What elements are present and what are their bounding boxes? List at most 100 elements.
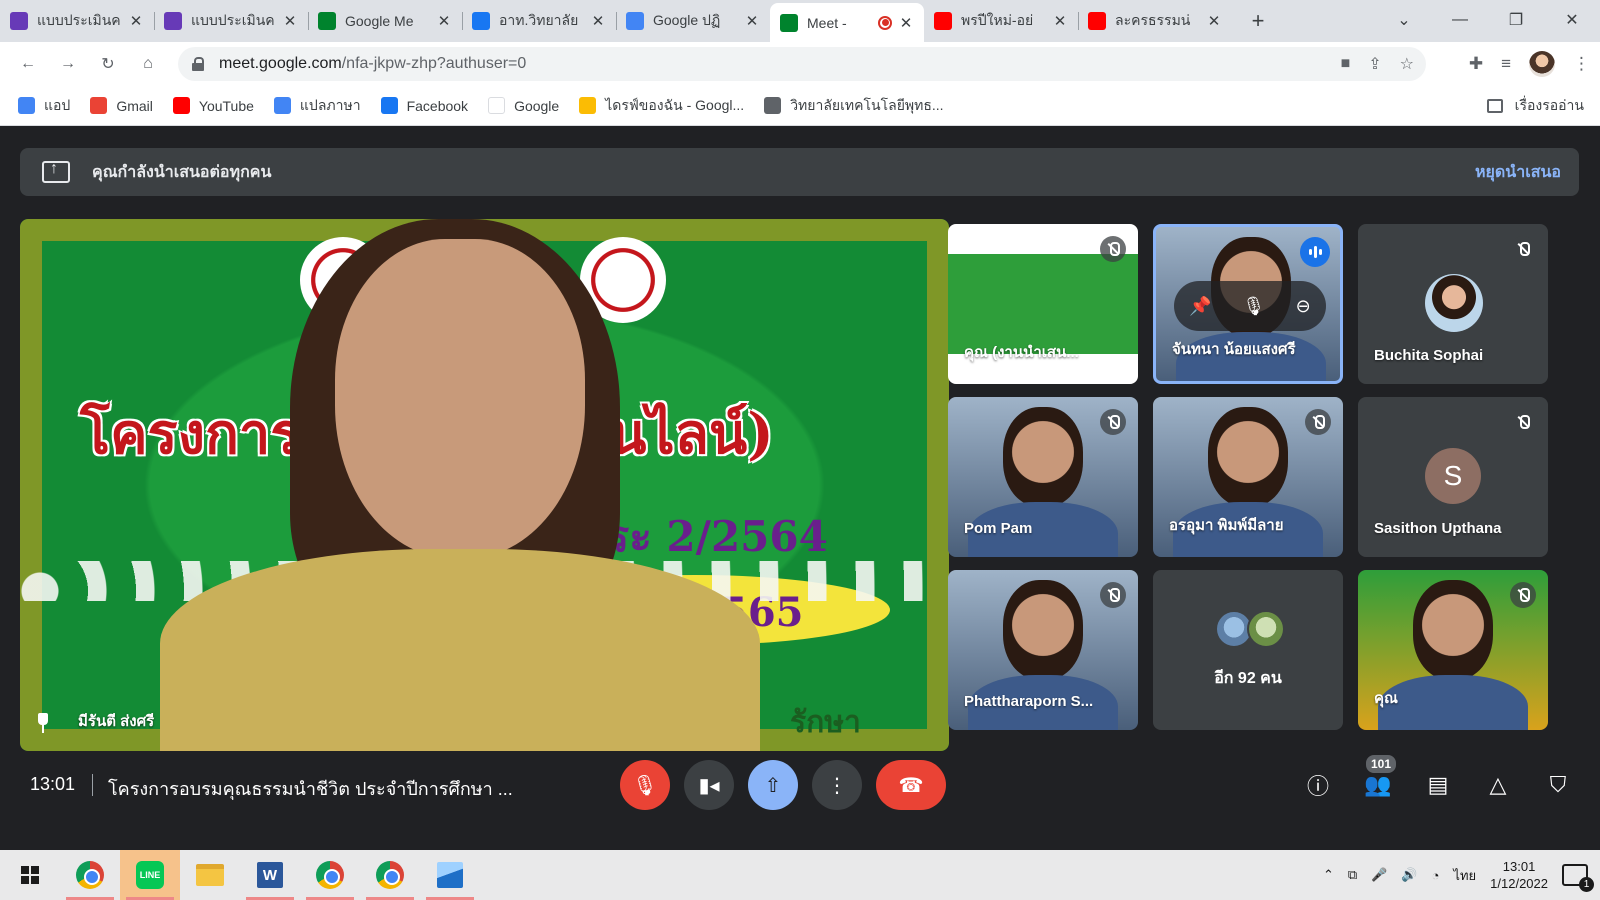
bookmark-0[interactable]: แอป: [18, 95, 70, 117]
people-button[interactable]: 👥 101: [1362, 753, 1399, 801]
close-tab-icon[interactable]: ✕: [744, 12, 760, 30]
close-tab-icon[interactable]: ✕: [1206, 12, 1222, 30]
participant-tile[interactable]: Buchita Sophai: [1358, 224, 1548, 384]
participant-tile[interactable]: คุณ (งานนำเสน...: [948, 224, 1138, 384]
facebook-icon: [472, 12, 490, 30]
bookmark-5[interactable]: Google: [488, 97, 559, 114]
tab-0[interactable]: แบบประเมินค ✕: [0, 3, 154, 39]
main-video-tile[interactable]: โครงการอบ ชีวิต (ออนไลน์) ประ 2/2564 565…: [20, 219, 949, 751]
input-language[interactable]: ไทย: [1453, 865, 1476, 886]
bookmarks-bar: แอป Gmail YouTube แปลภาษา Facebook Google ไดรฟ…: [0, 86, 1600, 126]
tab-5[interactable]: Meet - ✕: [770, 3, 924, 42]
chat-icon[interactable]: ▤: [1422, 769, 1454, 801]
globe-icon: [764, 97, 782, 114]
participant-tile[interactable]: Pom Pam: [948, 397, 1138, 557]
close-window-icon[interactable]: ✕: [1544, 10, 1600, 30]
minimize-icon[interactable]: —: [1432, 11, 1488, 29]
close-tab-icon[interactable]: ✕: [128, 12, 144, 30]
taskbar-line[interactable]: LINE: [120, 850, 180, 900]
start-button[interactable]: [0, 850, 60, 900]
mic-icon[interactable]: 🎙: [1242, 296, 1265, 317]
close-tab-icon[interactable]: ✕: [282, 12, 298, 30]
tab-4[interactable]: Google ปฏิ ✕: [616, 3, 770, 39]
close-tab-icon[interactable]: ✕: [436, 12, 452, 30]
tab-1[interactable]: แบบประเมินค ✕: [154, 3, 308, 39]
participant-name: คุณ (งานนำเสน...: [964, 344, 1079, 361]
participant-tile[interactable]: 📌 🎙 ⊖ จันทนา น้อยแสงศรี: [1153, 224, 1343, 384]
taskbar-photos[interactable]: [420, 850, 480, 900]
bookmark-3[interactable]: แปลภาษา: [273, 95, 361, 117]
close-tab-icon[interactable]: ✕: [1052, 12, 1068, 30]
leave-call-button[interactable]: ☎: [876, 760, 946, 810]
share-icon[interactable]: ⇪: [1368, 54, 1381, 74]
show-hidden-icons-icon[interactable]: ⌃: [1323, 867, 1334, 883]
bookmark-label: Google: [514, 97, 560, 114]
menu-kebab-icon[interactable]: ⋮: [1573, 54, 1590, 74]
home-icon[interactable]: ⌂: [128, 46, 168, 82]
participant-tile[interactable]: อรอุมา พิมพ์มีลาย: [1153, 397, 1343, 557]
meet-now-icon[interactable]: ⧉: [1348, 867, 1357, 883]
close-tab-icon[interactable]: ✕: [590, 12, 606, 30]
media-control-icon[interactable]: ≡: [1501, 54, 1511, 74]
forward-icon[interactable]: →: [48, 46, 88, 82]
pin-icon[interactable]: [36, 713, 50, 735]
address-bar[interactable]: meet.google.com/nfa-jkpw-zhp?authuser=0 …: [178, 47, 1426, 81]
new-tab-button[interactable]: +: [1242, 5, 1274, 37]
lock-icon[interactable]: [192, 57, 204, 71]
taskbar-chrome[interactable]: [60, 850, 120, 900]
taskbar-chrome-profile-1[interactable]: [300, 850, 360, 900]
bookmark-6[interactable]: ไดรฟ์ของฉัน - Googl...: [579, 95, 744, 117]
volume-icon[interactable]: 🔊: [1401, 867, 1417, 883]
tab-search-icon[interactable]: ⌄: [1376, 10, 1432, 30]
bookmark-2[interactable]: YouTube: [172, 97, 254, 114]
muted-mic-icon: [1100, 409, 1126, 435]
tab-3[interactable]: อาท.วิทยาลัย ✕: [462, 3, 616, 39]
tab-7[interactable]: ละครธรรมน่ ✕: [1078, 3, 1232, 39]
wifi-icon[interactable]: ◔: [1432, 868, 1440, 883]
tab-2[interactable]: Google Me ✕: [308, 3, 462, 39]
bookmark-label: ไดรฟ์ของฉัน - Googl...: [605, 96, 745, 113]
meeting-details-icon[interactable]: ⓘ: [1302, 769, 1334, 801]
pin-icon[interactable]: 📌: [1189, 296, 1211, 317]
remove-icon[interactable]: ⊖: [1296, 296, 1311, 317]
present-now-button[interactable]: ⇧: [748, 760, 798, 810]
reload-icon[interactable]: ↻: [88, 46, 128, 82]
restore-icon[interactable]: ❐: [1488, 10, 1544, 30]
mic-off-button[interactable]: 🎙: [620, 760, 670, 810]
taskbar-word[interactable]: W: [240, 850, 300, 900]
taskbar-clock[interactable]: 13:01 1/12/2022: [1490, 858, 1548, 892]
close-tab-icon[interactable]: ✕: [898, 14, 914, 32]
tab-title: พรปีใหม่-อย่: [961, 12, 1034, 28]
bookmark-4[interactable]: Facebook: [380, 97, 468, 114]
muted-mic-icon: [1510, 582, 1536, 608]
camera-button[interactable]: ▮◂: [684, 760, 734, 810]
participant-tile[interactable]: อีก 92 คน: [1153, 570, 1343, 730]
bookmark-7[interactable]: วิทยาลัยเทคโนโลยีพุทธ...: [764, 95, 944, 117]
more-options-button[interactable]: ⋮: [812, 760, 862, 810]
bookmark-star-icon[interactable]: ☆: [1400, 54, 1414, 74]
gmail-icon: [90, 97, 108, 114]
extensions-icon[interactable]: ✚: [1469, 54, 1483, 74]
line-icon: LINE: [136, 861, 164, 889]
host-controls-icon[interactable]: ⛉: [1542, 769, 1574, 801]
reading-list-icon: [1486, 99, 1503, 113]
back-icon[interactable]: ←: [8, 46, 48, 82]
bookmark-label: แอป: [44, 96, 71, 113]
taskbar-chrome-profile-2[interactable]: [360, 850, 420, 900]
camera-in-use-icon[interactable]: ■: [1341, 55, 1351, 73]
participant-tile[interactable]: คุณ: [1358, 570, 1548, 730]
microphone-icon[interactable]: 🎤: [1371, 867, 1387, 883]
participant-tile[interactable]: Phattharaporn S...: [948, 570, 1138, 730]
profile-avatar[interactable]: [1529, 51, 1555, 77]
participant-name: จันทนา น้อยแสงศรี: [1172, 341, 1296, 358]
reading-list-button[interactable]: เรื่องรออ่าน: [1486, 86, 1584, 126]
participant-tile[interactable]: S Sasithon Upthana: [1358, 397, 1548, 557]
bookmark-1[interactable]: Gmail: [90, 97, 153, 114]
notification-center-icon[interactable]: 1: [1562, 864, 1594, 892]
taskbar-file-explorer[interactable]: [180, 850, 240, 900]
apps-grid-icon: [18, 97, 35, 114]
activities-icon[interactable]: △: [1482, 769, 1514, 801]
stop-presenting-button[interactable]: หยุดนำเสนอ: [1475, 160, 1561, 185]
tab-6[interactable]: พรปีใหม่-อย่ ✕: [924, 3, 1078, 39]
system-tray: ⌃ ⧉ 🎤 🔊 ◔ ไทย 13:01 1/12/2022 1: [1323, 850, 1600, 900]
